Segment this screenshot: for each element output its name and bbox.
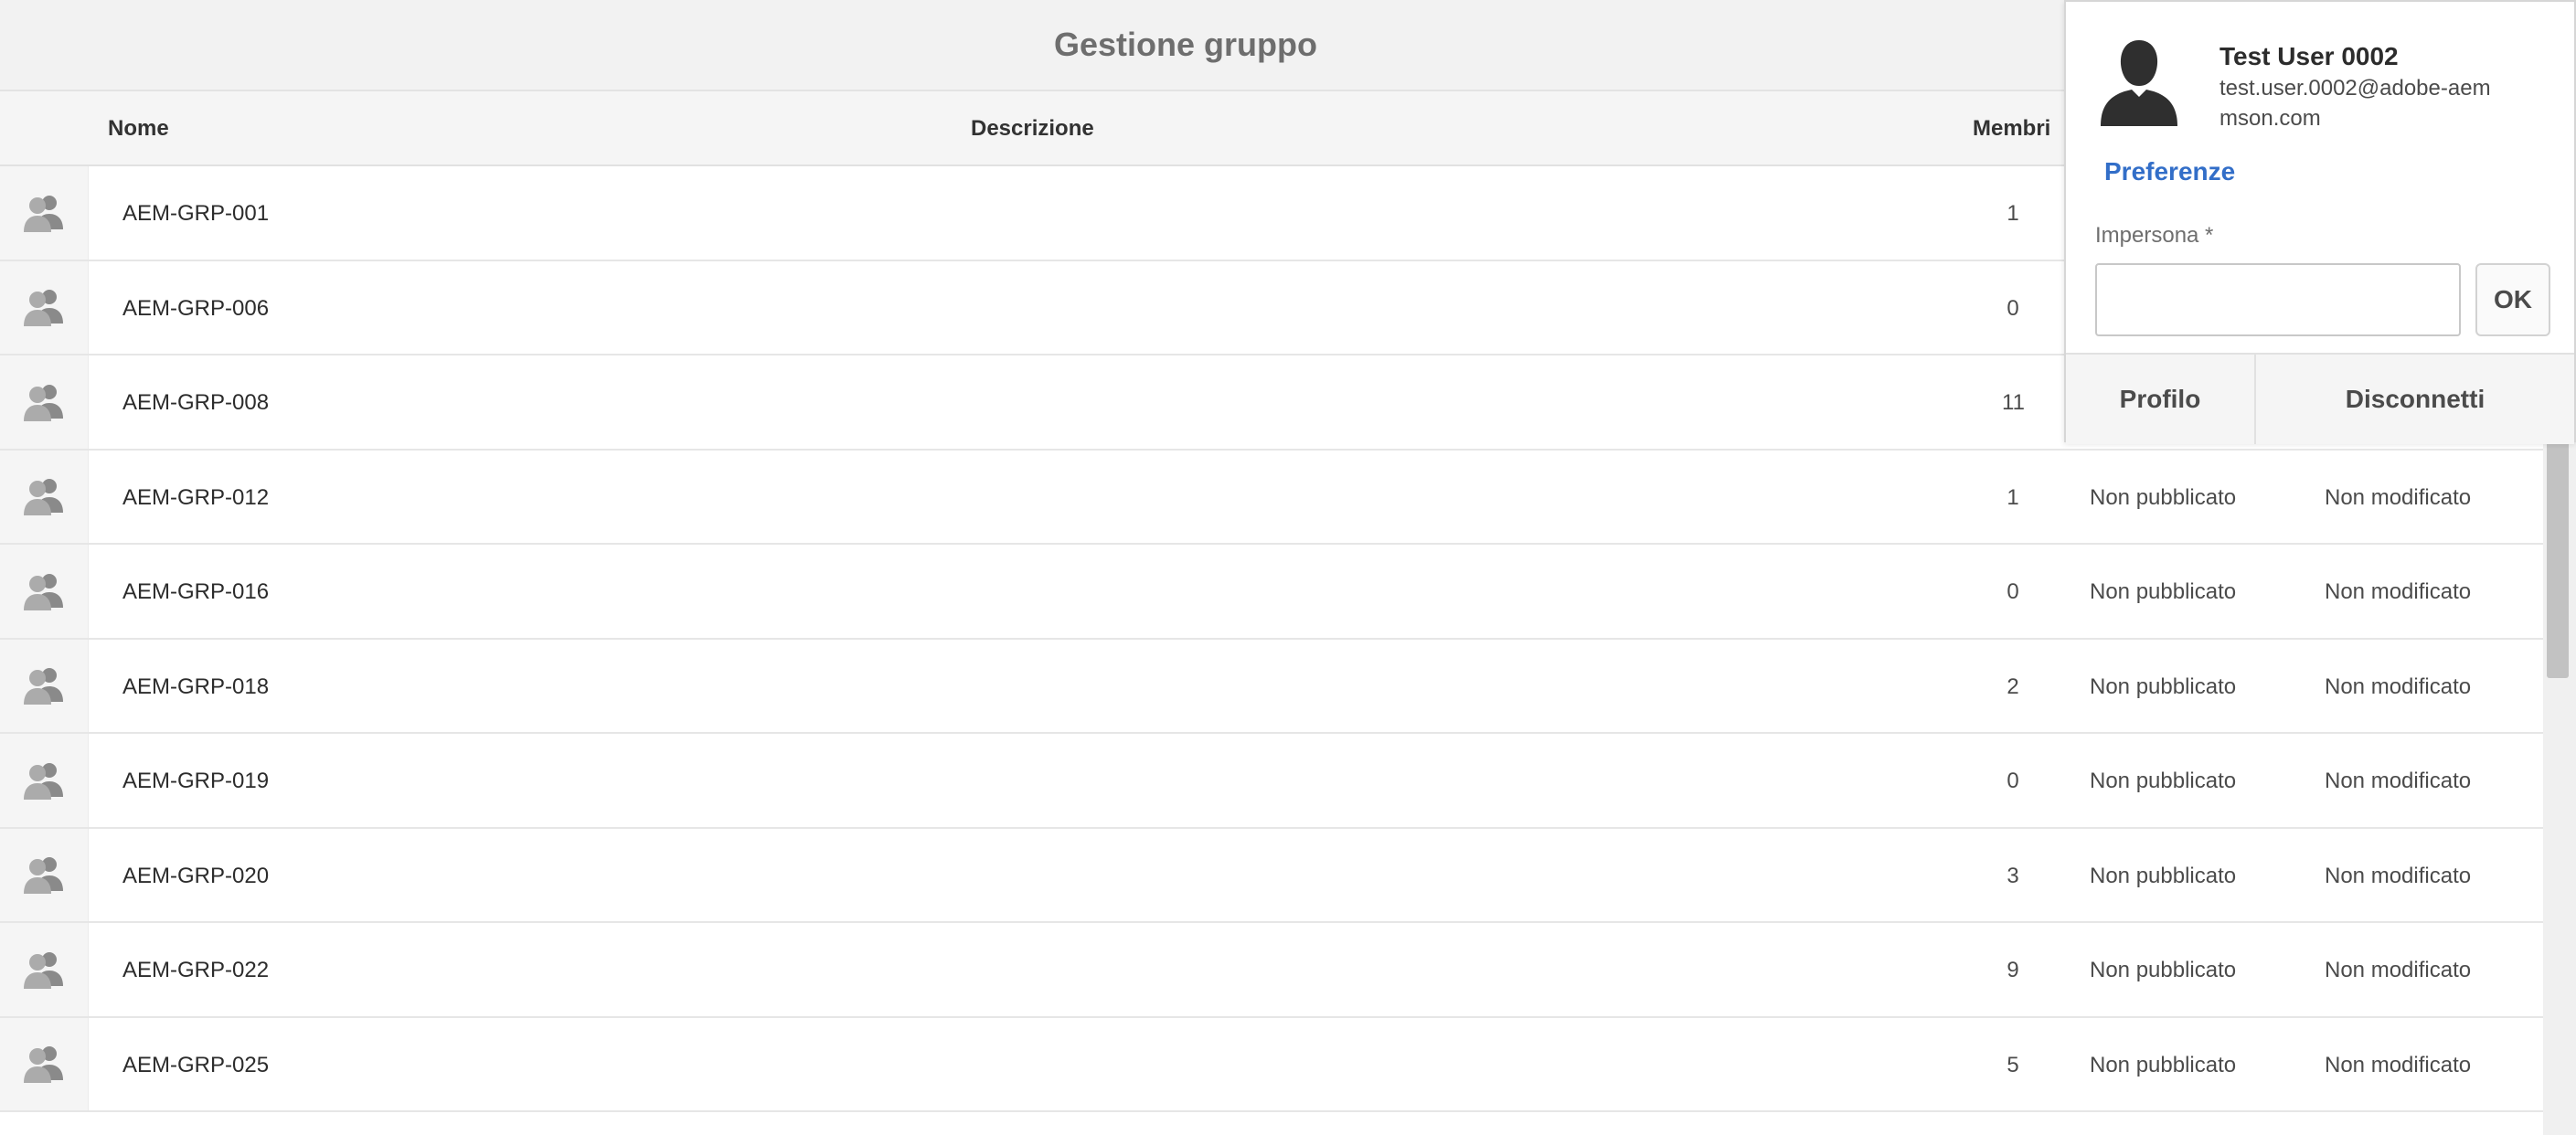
preferences-link[interactable]: Preferenze (2104, 157, 2235, 186)
table-row[interactable]: AEM-GRP-012 1 Non pubblicato Non modificato (0, 450, 2543, 545)
table-row[interactable]: AEM-GRP-019 0 Non pubblicato Non modificato (0, 734, 2543, 829)
group-member-count: 0 (2007, 579, 2019, 604)
group-name[interactable]: AEM-GRP-012 (122, 485, 269, 511)
group-member-count: 9 (2007, 958, 2019, 982)
group-member-count: 0 (2007, 295, 2019, 321)
group-member-count: 2 (2007, 674, 2019, 699)
group-member-count: 3 (2007, 863, 2019, 888)
group-icon (0, 166, 89, 260)
group-name[interactable]: AEM-GRP-006 (122, 296, 269, 322)
group-name[interactable]: AEM-GRP-020 (122, 864, 269, 889)
publication-status: Non pubblicato (2090, 674, 2237, 699)
modification-status: Non modificato (2325, 484, 2472, 510)
group-icon (0, 545, 89, 638)
modification-status: Non modificato (2325, 958, 2472, 982)
table-row[interactable]: AEM-GRP-022 9 Non pubblicato Non modificato (0, 923, 2543, 1018)
column-header-description[interactable]: Descrizione (971, 116, 1094, 142)
publication-status: Non pubblicato (2090, 579, 2237, 604)
page-title: Gestione gruppo (1054, 26, 1317, 63)
scrollbar-thumb[interactable] (2547, 439, 2569, 678)
column-header-name[interactable]: Nome (108, 116, 169, 142)
modification-status: Non modificato (2325, 863, 2472, 888)
modification-status: Non modificato (2325, 769, 2472, 793)
group-icon (0, 828, 89, 921)
group-name[interactable]: AEM-GRP-022 (122, 958, 269, 983)
table-row[interactable]: AEM-GRP-025 5 Non pubblicato Non modificato (0, 1017, 2543, 1112)
user-popover: Test User 0002 test.user.0002@adobe-aemm… (2064, 0, 2576, 444)
group-icon (0, 923, 89, 1016)
impersonate-input[interactable] (2095, 263, 2461, 336)
table-row[interactable]: AEM-GRP-018 2 Non pubblicato Non modificato (0, 639, 2543, 734)
publication-status: Non pubblicato (2090, 769, 2237, 793)
logout-button[interactable]: Disconnetti (2256, 355, 2574, 444)
group-icon (0, 1017, 89, 1110)
impersonate-label: Impersona * (2095, 223, 2214, 248)
modification-status: Non modificato (2325, 579, 2472, 604)
table-row[interactable]: AEM-GRP-016 0 Non pubblicato Non modificato (0, 545, 2543, 640)
group-icon (0, 734, 89, 827)
publication-status: Non pubblicato (2090, 484, 2237, 510)
vertical-scrollbar[interactable] (2543, 430, 2576, 1135)
modification-status: Non modificato (2325, 1052, 2472, 1077)
ok-button[interactable]: OK (2475, 263, 2550, 336)
group-icon (0, 355, 89, 449)
group-name[interactable]: AEM-GRP-019 (122, 769, 269, 794)
group-member-count: 0 (2007, 769, 2019, 793)
publication-status: Non pubblicato (2090, 958, 2237, 982)
popover-footer: Profilo Disconnetti (2066, 353, 2574, 444)
group-member-count: 11 (2002, 390, 2025, 415)
group-member-count: 1 (2007, 201, 2019, 226)
group-name[interactable]: AEM-GRP-025 (122, 1053, 269, 1078)
user-name: Test User 0002 (2219, 42, 2399, 70)
publication-status: Non pubblicato (2090, 863, 2237, 888)
group-member-count: 1 (2007, 484, 2019, 510)
publication-status: Non pubblicato (2090, 1052, 2237, 1077)
profile-button[interactable]: Profilo (2066, 355, 2256, 444)
table-row[interactable]: AEM-GRP-020 3 Non pubblicato Non modificato (0, 828, 2543, 923)
user-avatar-icon (2097, 37, 2181, 131)
column-header-members[interactable]: Membri (1973, 116, 2050, 142)
group-name[interactable]: AEM-GRP-018 (122, 674, 269, 700)
group-name[interactable]: AEM-GRP-008 (122, 390, 269, 416)
group-icon (0, 260, 89, 354)
group-name[interactable]: AEM-GRP-016 (122, 579, 269, 605)
group-name[interactable]: AEM-GRP-001 (122, 201, 269, 227)
group-icon (0, 639, 89, 732)
group-member-count: 5 (2007, 1052, 2019, 1077)
group-icon (0, 450, 89, 543)
user-email: test.user.0002@adobe-aemmson.com (2219, 76, 2491, 131)
modification-status: Non modificato (2325, 674, 2472, 699)
